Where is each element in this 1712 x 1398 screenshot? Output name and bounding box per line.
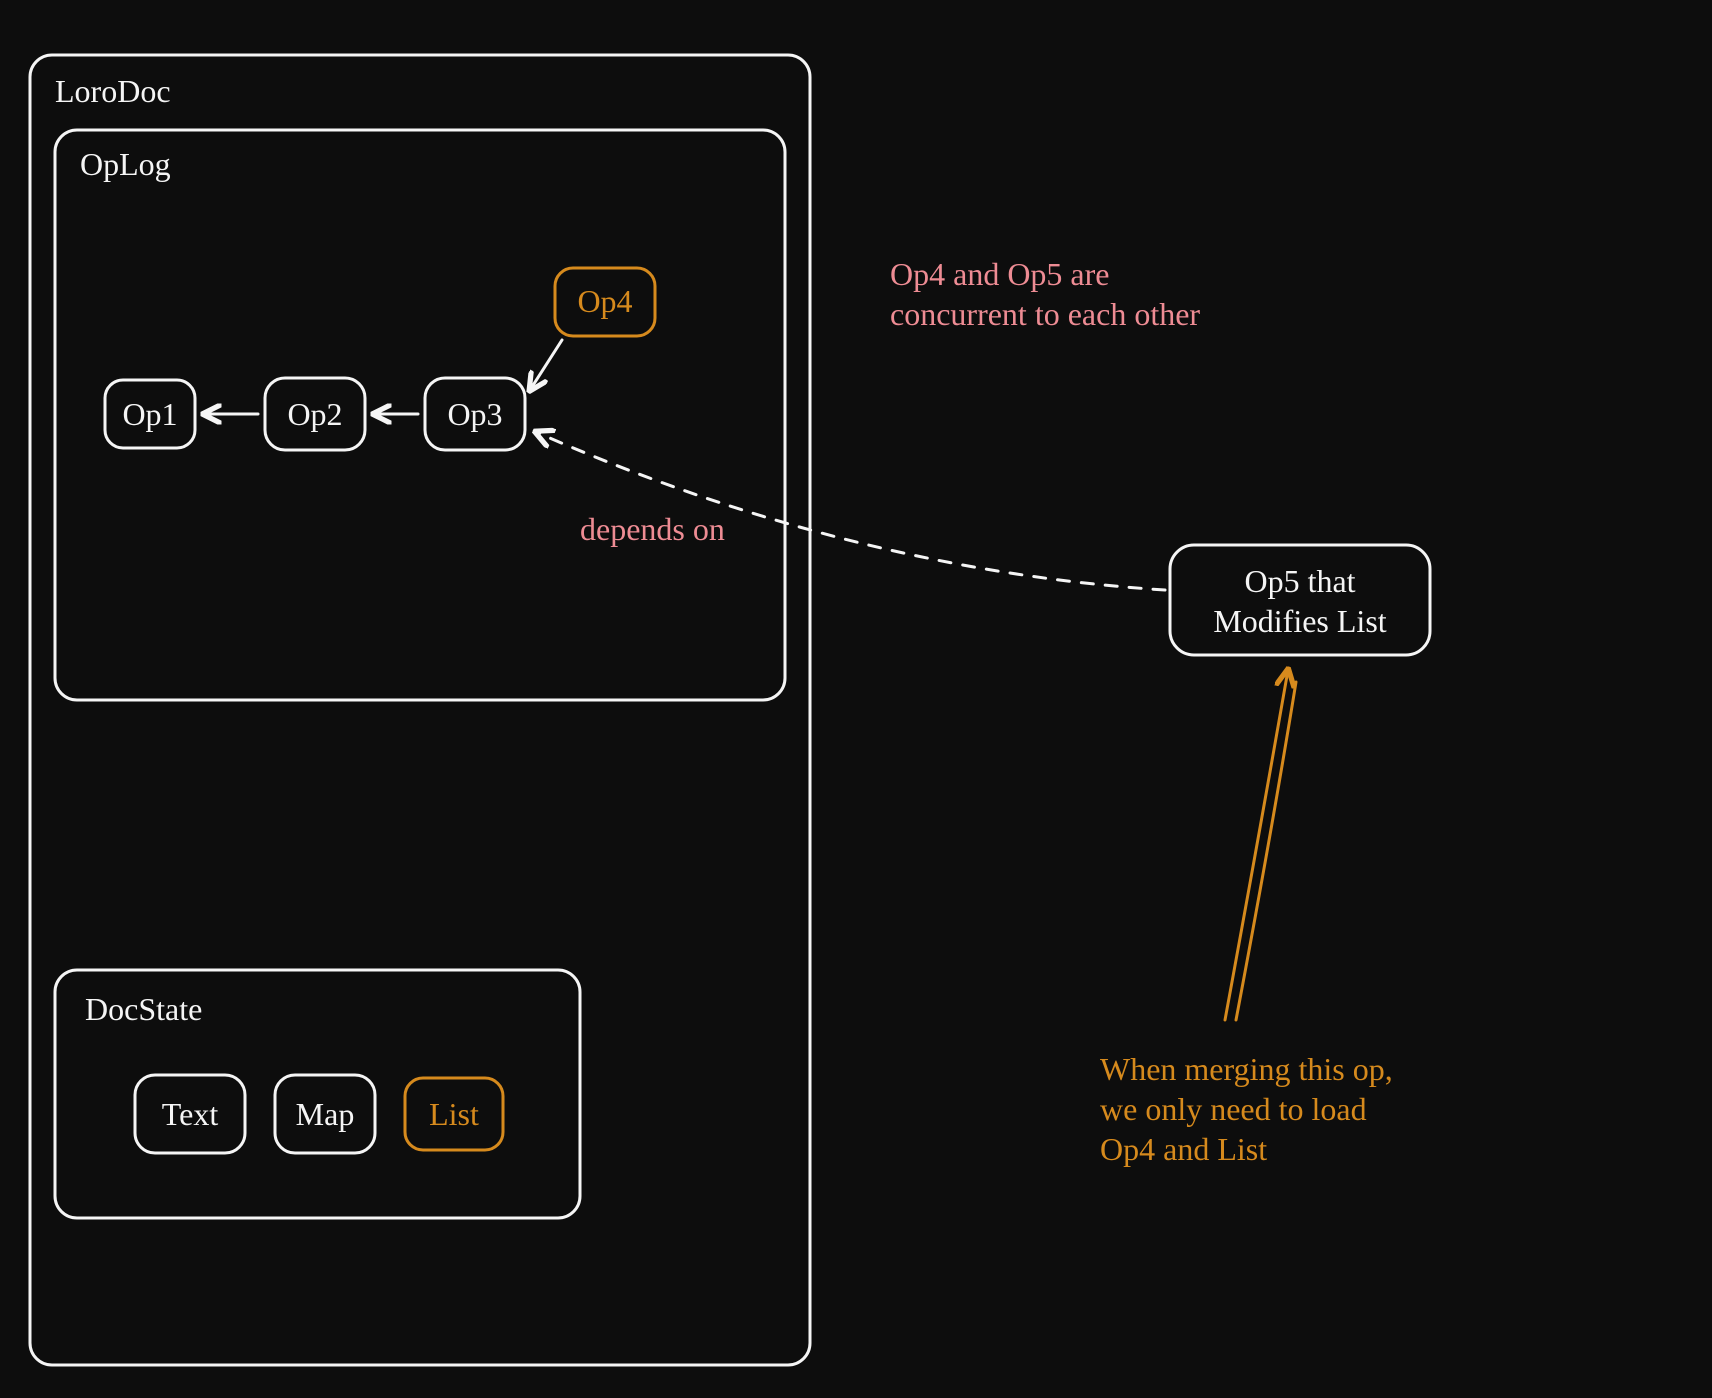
op5-label-line1: Op5 that [1244, 563, 1355, 599]
op5-label-line2: Modifies List [1213, 603, 1386, 639]
oplog-title: OpLog [80, 146, 171, 182]
docstate-title: DocState [85, 991, 202, 1027]
op3-label: Op3 [447, 396, 502, 432]
docstate-list-label: List [429, 1096, 479, 1132]
annotation-concurrent-line1: Op4 and Op5 are [890, 256, 1109, 292]
annotation-merge-line1: When merging this op, [1100, 1051, 1393, 1087]
depends-on-label: depends on [580, 511, 725, 547]
annotation-merge-line3: Op4 and List [1100, 1131, 1267, 1167]
op2-label: Op2 [287, 396, 342, 432]
arrow-annotation-op5-b [1236, 682, 1296, 1020]
op4-label: Op4 [577, 283, 632, 319]
annotation-concurrent-line2: concurrent to each other [890, 296, 1200, 332]
lorodoc-title: LoroDoc [55, 73, 171, 109]
annotation-merge-line2: we only need to load [1100, 1091, 1367, 1127]
arrow-op4-op3 [530, 340, 562, 390]
docstate-map-label: Map [296, 1096, 355, 1132]
lorodoc-container [30, 55, 810, 1365]
docstate-text-label: Text [162, 1096, 219, 1132]
arrow-annotation-op5-a [1225, 670, 1288, 1020]
op1-label: Op1 [122, 396, 177, 432]
